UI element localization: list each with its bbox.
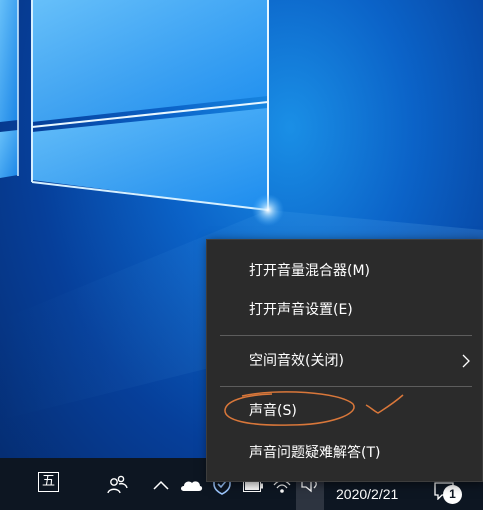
menu-item-open-volume-mixer[interactable]: 打开音量混合器(M) [207,252,482,290]
menu-item-spatial-sound[interactable]: 空间音效(关闭) [207,342,482,380]
ime-mode-indicator[interactable]: 五 [38,472,59,492]
menu-item-open-sound-settings[interactable]: 打开声音设置(E) [207,291,482,329]
menu-item-label: 打开声音设置(E) [249,302,353,318]
volume-context-menu: 打开音量混合器(M) 打开声音设置(E) 空间音效(关闭) 声音(S) 声音问题… [206,239,483,482]
chevron-right-icon [462,354,470,368]
people-icon[interactable] [106,474,128,494]
show-hidden-icons-chevron[interactable] [153,480,169,490]
menu-item-troubleshoot-sound[interactable]: 声音问题疑难解答(T) [207,434,482,472]
menu-separator [220,386,472,387]
onedrive-cloud-icon[interactable] [179,478,203,492]
menu-item-label: 声音问题疑难解答(T) [249,445,381,461]
menu-item-label: 打开音量混合器(M) [249,263,371,279]
menu-item-sounds[interactable]: 声音(S) [207,392,482,430]
taskbar-clock-date[interactable]: 2020/2/21 [336,486,398,502]
menu-item-label: 声音(S) [249,403,297,419]
notification-count-badge: 1 [443,485,462,504]
menu-separator [220,335,472,336]
menu-item-label: 空间音效(关闭) [249,353,344,369]
